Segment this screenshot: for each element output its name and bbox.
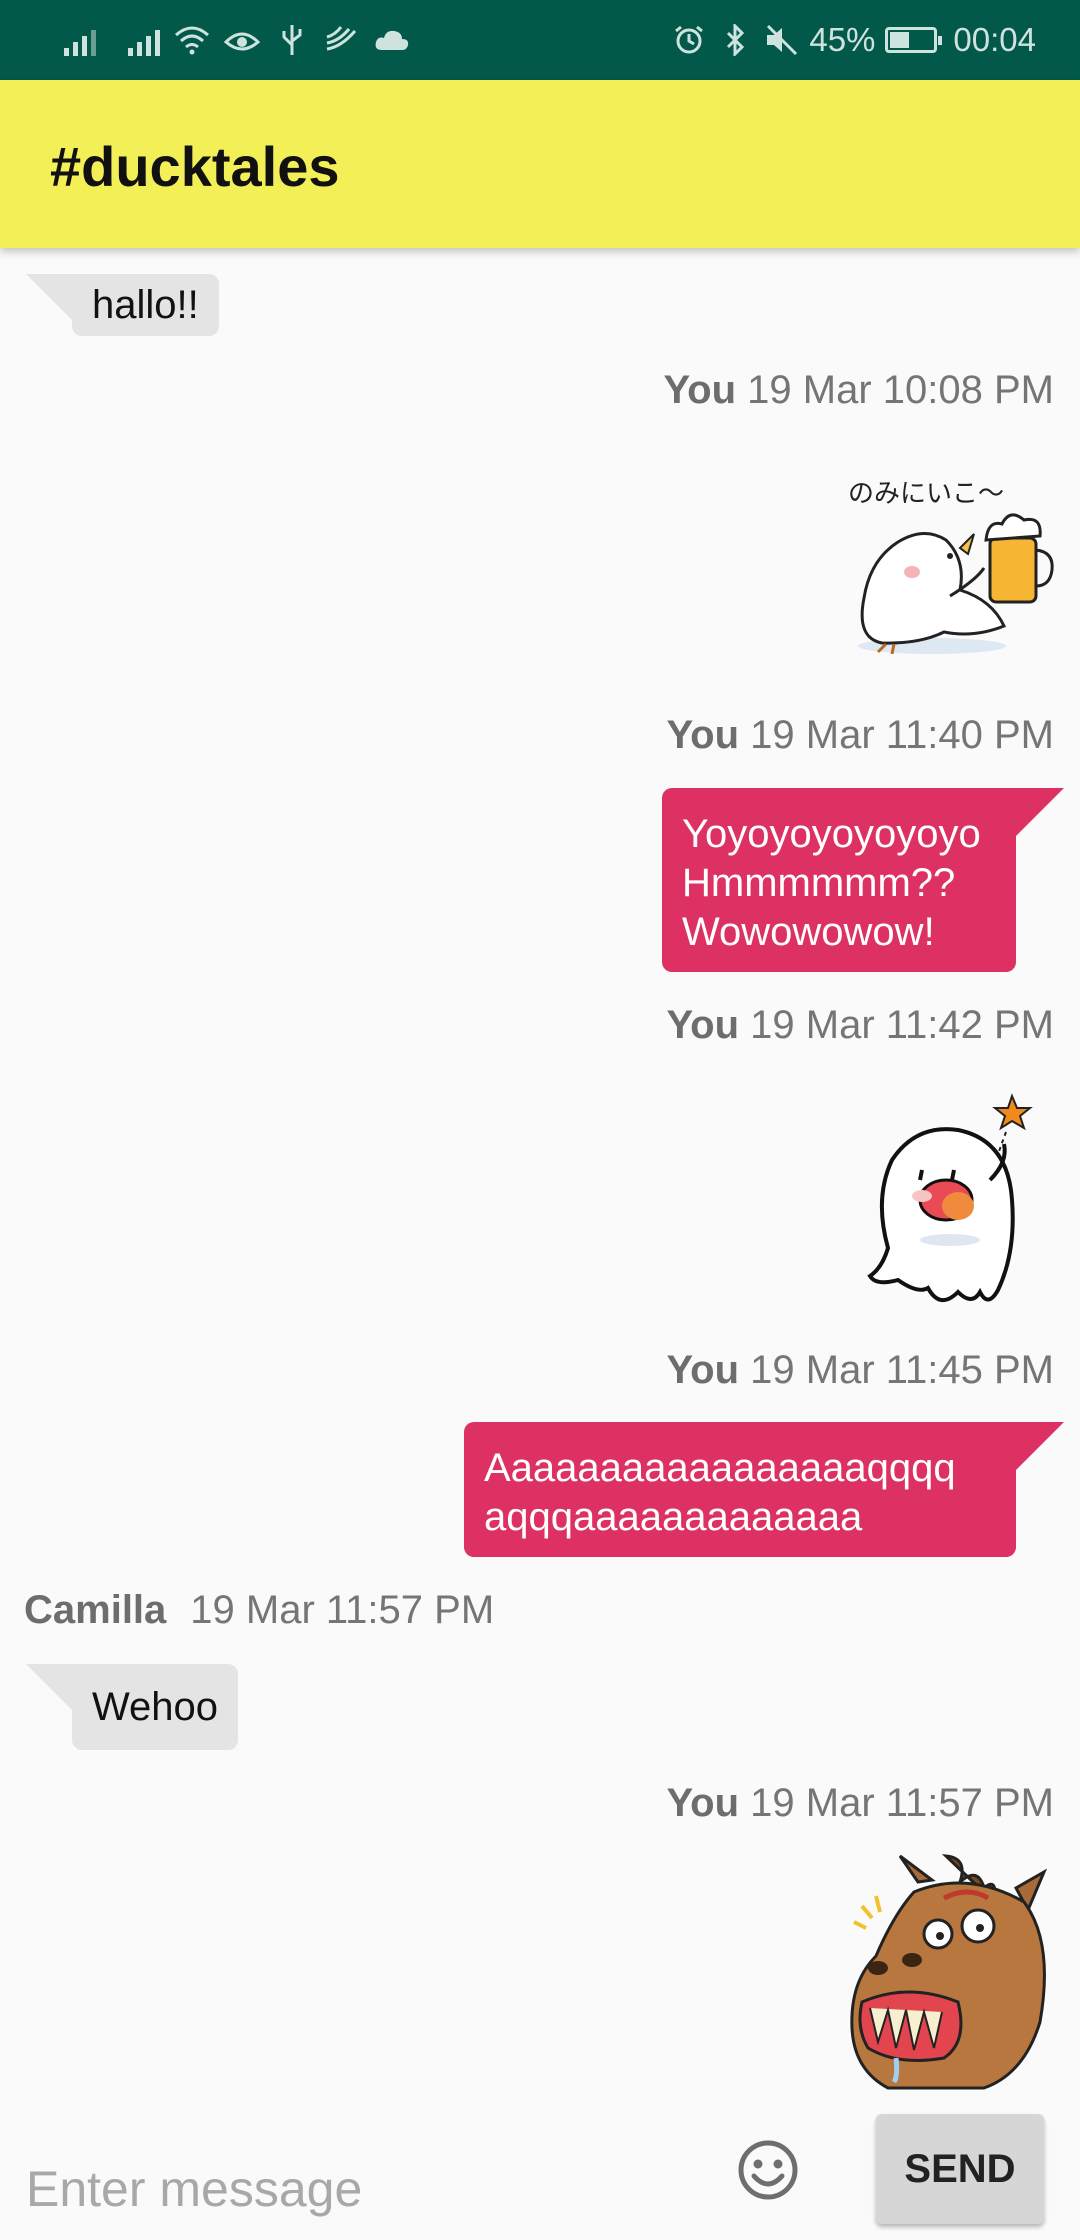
send-button[interactable]: SEND: [876, 2114, 1044, 2224]
message-timestamp: 19 Mar 10:08 PM: [747, 368, 1054, 412]
status-icons-left: [64, 18, 410, 62]
message-text-line: Hmmmmmm??: [682, 861, 956, 905]
battery-icon: [885, 27, 943, 53]
message-header: You 19 Mar 11:45 PM: [666, 1348, 1054, 1393]
battery-percent: 45%: [809, 21, 876, 58]
message-header: You 19 Mar 11:40 PM: [666, 713, 1054, 758]
message-timestamp: 19 Mar 11:40 PM: [750, 713, 1054, 757]
message-text: Wehoo: [92, 1684, 219, 1729]
channel-title: #ducktales: [50, 135, 340, 198]
outgoing-message-bubble[interactable]: Yoyoyoyoyoyoyo Hmmmmmm?? Wowowowow!: [662, 788, 1064, 972]
alarm-icon: [671, 22, 707, 58]
status-icons-right: 45% 00:04: [671, 18, 1036, 62]
message-text-line: Aaaaaaaaaaaaaaaaaqqqq: [484, 1446, 956, 1490]
sender-name: You: [663, 368, 737, 412]
message-text-line: aqqqaaaaaaaaaaaaa: [484, 1495, 863, 1539]
cloud-icon: [374, 22, 410, 58]
app-bar: #ducktales: [0, 80, 1080, 248]
message-header: You 19 Mar 11:57 PM: [666, 1781, 1054, 1826]
battery-level-fill: [890, 32, 910, 48]
message-timestamp: 19 Mar 11:57 PM: [750, 1781, 1054, 1825]
sender-name: You: [666, 1003, 740, 1047]
emoji-icon[interactable]: [736, 2138, 800, 2202]
message-text-line: Yoyoyoyoyoyoyo: [682, 812, 981, 856]
clock: 00:04: [953, 21, 1036, 58]
wifi-icon: [174, 22, 210, 58]
message-header: You 19 Mar 10:08 PM: [663, 368, 1054, 413]
sender-name: You: [666, 713, 740, 757]
incoming-message-bubble[interactable]: Wehoo: [25, 1664, 239, 1750]
message-header: Camilla 19 Mar 11:57 PM: [24, 1588, 494, 1633]
message-header: You 19 Mar 11:42 PM: [666, 1003, 1054, 1048]
bird-beer-sticker[interactable]: のみにいこ〜: [842, 468, 1062, 655]
bluetooth-icon: [717, 22, 753, 58]
message-timestamp: 19 Mar 11:42 PM: [750, 1003, 1054, 1047]
incoming-message-bubble[interactable]: hallo!!: [26, 274, 219, 336]
mute-icon: [763, 22, 799, 58]
usb-icon: [274, 22, 310, 58]
eye-icon: [224, 22, 260, 58]
sender-name: You: [666, 1348, 740, 1392]
message-composer: SEND: [0, 2108, 1080, 2240]
message-timestamp: 19 Mar 11:45 PM: [750, 1348, 1054, 1392]
status-bar: 45% 00:04: [0, 0, 1080, 80]
horse-grin-sticker[interactable]: [848, 1852, 1056, 2092]
signal-icon: [128, 24, 160, 56]
message-timestamp: 19 Mar 11:57 PM: [190, 1588, 495, 1632]
sticker-caption: のみにいこ〜: [848, 479, 1004, 509]
sender-name: Camilla: [24, 1588, 167, 1632]
message-text-line: Wowowowow!: [682, 910, 935, 954]
signal-icon: [64, 24, 96, 56]
cast-icon: [324, 22, 360, 58]
message-input[interactable]: [24, 2148, 688, 2230]
sender-name: You: [666, 1781, 740, 1825]
message-text: hallo!!: [92, 282, 199, 327]
outgoing-message-bubble[interactable]: Aaaaaaaaaaaaaaaaaqqqq aqqqaaaaaaaaaaaaa: [464, 1422, 1064, 1557]
ghost-tongue-sticker[interactable]: [862, 1080, 1038, 1318]
message-list[interactable]: hallo!! You 19 Mar 10:08 PM のみにいこ〜 You 1…: [0, 248, 1080, 2108]
